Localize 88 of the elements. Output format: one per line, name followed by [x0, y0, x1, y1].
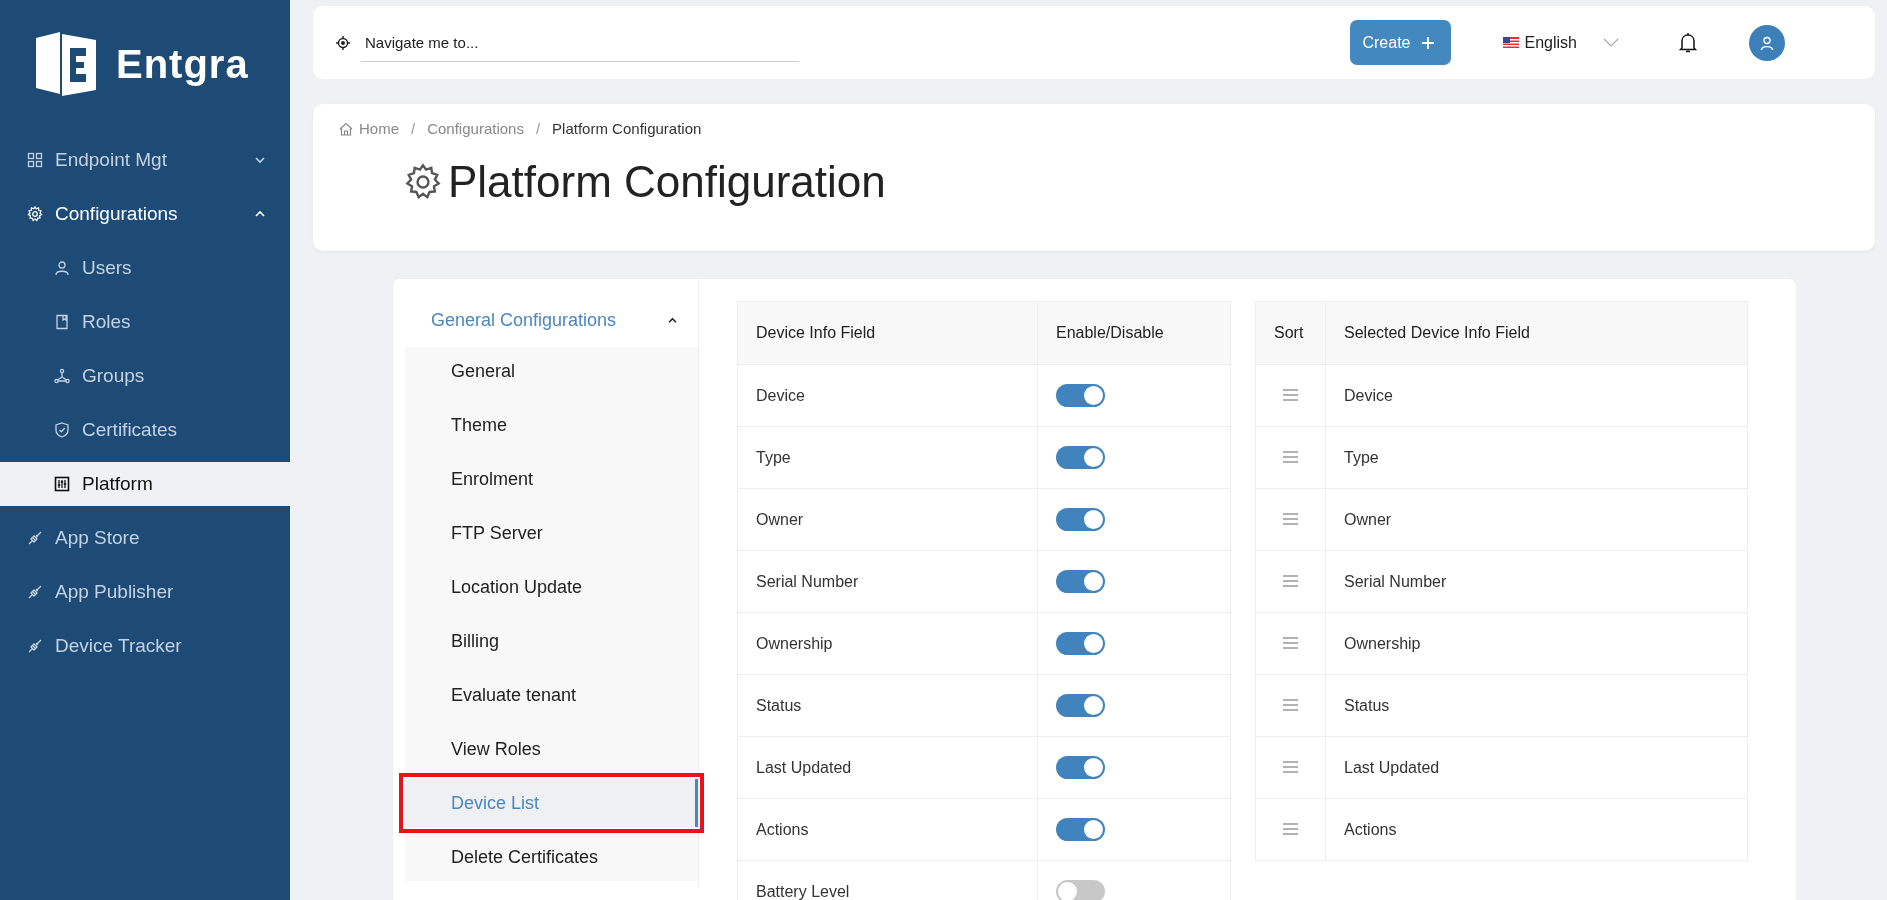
avatar[interactable] — [1749, 24, 1785, 61]
menu-group-header[interactable]: General Configurations — [393, 301, 698, 339]
menu-item[interactable]: Evaluate tenant — [405, 671, 698, 719]
table-cell: Battery Level — [737, 860, 1038, 900]
nav-item[interactable]: Endpoint Mgt — [0, 138, 290, 182]
book-icon — [54, 314, 70, 330]
menu-item[interactable]: Billing — [405, 617, 698, 665]
column-header: Sort — [1255, 301, 1326, 365]
nav-item[interactable]: Configurations — [0, 192, 290, 236]
chevron-icon — [667, 316, 678, 324]
table-cell: Last Updated — [737, 736, 1038, 799]
breadcrumb-current: Platform Configuration — [552, 120, 702, 137]
page-title: Platform Configuration — [448, 157, 886, 207]
table-cell: Status — [1325, 674, 1748, 737]
table-cell: Status — [737, 674, 1038, 737]
table-cell: Device — [737, 364, 1038, 427]
table-cell: Last Updated — [1325, 736, 1748, 799]
toggle-switch[interactable] — [1056, 446, 1105, 469]
menu-item[interactable]: FTP Server — [405, 509, 698, 557]
nav-item[interactable]: Certificates — [0, 408, 290, 452]
gear-icon — [27, 206, 43, 222]
table-cell: Actions — [737, 798, 1038, 861]
settings-icon — [404, 163, 442, 201]
toggle-switch[interactable] — [1056, 880, 1105, 900]
locate-icon — [335, 34, 351, 51]
notification-icon[interactable] — [1679, 31, 1697, 54]
menu-item[interactable]: View Roles — [405, 725, 698, 773]
nodes-icon — [54, 368, 70, 384]
grid-icon — [27, 152, 43, 168]
chevron-icon — [254, 210, 266, 218]
drag-handle-icon[interactable] — [1283, 698, 1298, 711]
plug-icon — [27, 530, 43, 546]
nav-item[interactable]: Platform — [0, 462, 290, 506]
toggle-switch[interactable] — [1056, 632, 1105, 655]
drag-handle-icon[interactable] — [1283, 388, 1298, 401]
drag-handle-icon[interactable] — [1283, 822, 1298, 835]
flag-icon — [1502, 37, 1519, 48]
table-cell: Owner — [737, 488, 1038, 551]
toggle-switch[interactable] — [1056, 756, 1105, 779]
chevron-icon — [254, 156, 266, 164]
menu-item[interactable]: Enrolment — [405, 455, 698, 503]
menu-item[interactable]: Theme — [405, 401, 698, 449]
breadcrumb-link[interactable]: Home — [359, 120, 399, 137]
home-icon — [339, 121, 353, 136]
sliders-icon — [54, 476, 70, 492]
logo-text: Entgra — [116, 41, 249, 87]
table-cell: Actions — [1325, 798, 1748, 861]
nav-item[interactable]: App Publisher — [0, 570, 290, 614]
nav-item[interactable]: Roles — [0, 300, 290, 344]
drag-handle-icon[interactable] — [1283, 574, 1298, 587]
create-button[interactable]: Create — [1350, 20, 1451, 65]
drag-handle-icon[interactable] — [1283, 512, 1298, 525]
breadcrumb-link[interactable]: Configurations — [427, 120, 524, 137]
toggle-switch[interactable] — [1056, 570, 1105, 593]
breadcrumb-separator: / — [535, 120, 541, 137]
breadcrumb-separator: / — [411, 120, 416, 137]
menu-item[interactable]: General — [405, 347, 698, 395]
plug-icon — [27, 584, 43, 600]
table-cell: Serial Number — [737, 550, 1038, 613]
toggle-switch[interactable] — [1056, 694, 1105, 717]
table-cell: Owner — [1325, 488, 1748, 551]
column-header: Selected Device Info Field — [1325, 301, 1748, 365]
shield-icon — [54, 422, 70, 438]
user-icon — [54, 260, 70, 276]
nav-item[interactable]: Groups — [0, 354, 290, 398]
drag-handle-icon[interactable] — [1283, 760, 1298, 773]
table-cell: Device — [1325, 364, 1748, 427]
table-cell: Type — [737, 426, 1038, 489]
menu-item[interactable]: Delete Certificates — [405, 833, 698, 881]
table-cell: Ownership — [1325, 612, 1748, 675]
plus-icon — [1420, 35, 1435, 50]
table-cell: Ownership — [737, 612, 1038, 675]
nav-item[interactable]: Device Tracker — [0, 624, 290, 668]
nav-item[interactable]: Users — [0, 246, 290, 290]
chevron-icon[interactable] — [1603, 37, 1619, 48]
toggle-switch[interactable] — [1056, 818, 1105, 841]
language-selector[interactable]: English — [1524, 33, 1577, 52]
plug-icon — [27, 638, 43, 654]
column-header: Enable/Disable — [1037, 301, 1231, 365]
toggle-switch[interactable] — [1056, 508, 1105, 531]
menu-item[interactable]: Location Update — [405, 563, 698, 611]
drag-handle-icon[interactable] — [1283, 450, 1298, 463]
column-header: Device Info Field — [737, 301, 1038, 365]
table-cell: Serial Number — [1325, 550, 1748, 613]
toggle-switch[interactable] — [1056, 384, 1105, 407]
nav-item[interactable]: App Store — [0, 516, 290, 560]
drag-handle-icon[interactable] — [1283, 636, 1298, 649]
table-cell: Type — [1325, 426, 1748, 489]
